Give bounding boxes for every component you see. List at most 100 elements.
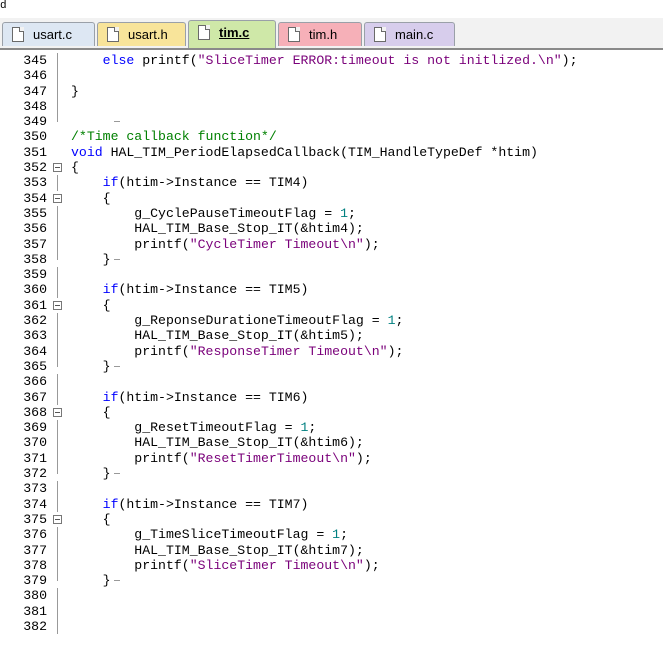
- fold-collapse-icon[interactable]: [53, 300, 62, 310]
- code-text: else printf("SliceTimer ERROR:timeout is…: [71, 53, 578, 68]
- code-token: 1: [332, 527, 341, 543]
- code-token: HAL_TIM_Base_Stop_IT(&htim7);: [71, 542, 364, 558]
- line-number: 365: [23, 358, 47, 374]
- fold-bar: [57, 420, 58, 436]
- fold-bar: [57, 374, 58, 390]
- code-text: }: [71, 573, 111, 588]
- line-number: 354: [23, 190, 47, 206]
- line-number: 362: [23, 313, 47, 329]
- file-document-icon: [107, 27, 119, 42]
- fold-bar: [57, 557, 58, 574]
- code-token: else: [102, 53, 135, 68]
- line-number: 366: [23, 374, 47, 390]
- code-line: 360 if(htim->Instance == TIM5): [0, 282, 663, 298]
- line-number: 357: [23, 236, 47, 252]
- tab-usart-h[interactable]: usart.h: [97, 22, 186, 46]
- code-text: }: [71, 84, 79, 99]
- top-edge-text: d: [0, 0, 7, 12]
- fold-bar: [57, 313, 58, 329]
- code-line: 351 void HAL_TIM_PeriodElapsedCallback(TI…: [0, 145, 663, 160]
- code-token: );: [387, 343, 404, 359]
- code-line: 382: [0, 618, 663, 635]
- fold-collapse-icon[interactable]: [53, 514, 62, 524]
- file-tab-bar: usart.c usart.h tim.c tim.h main.c: [0, 18, 663, 50]
- code-token: printf(: [71, 557, 190, 573]
- code-token: HAL_TIM_Base_Stop_IT(&htim5);: [71, 328, 364, 344]
- code-text: }: [71, 466, 111, 481]
- tab-label: main.c: [395, 27, 434, 42]
- tab-tim-h[interactable]: tim.h: [278, 22, 362, 46]
- code-line: 366: [0, 374, 663, 390]
- code-token: ;: [395, 313, 404, 329]
- line-number: 356: [23, 221, 47, 237]
- code-text: printf("CycleTimer Timeout\n");: [71, 237, 379, 252]
- fold-bar: [57, 588, 58, 604]
- code-line: 347}: [0, 83, 663, 99]
- code-token: g_ResetTimeoutFlag =: [71, 420, 301, 436]
- code-token: g_TimeSliceTimeoutFlag =: [71, 527, 333, 543]
- code-token: }: [71, 251, 111, 267]
- fold-bar: [57, 53, 58, 69]
- code-line: 372 }: [0, 466, 663, 481]
- code-line: 348: [0, 98, 663, 115]
- line-number: 377: [23, 542, 47, 558]
- line-number: 349: [23, 114, 47, 130]
- line-number: 369: [23, 420, 47, 436]
- tab-label: tim.c: [219, 25, 250, 40]
- code-line: 361 {: [0, 298, 663, 313]
- tab-usart-c[interactable]: usart.c: [2, 22, 95, 46]
- fold-collapse-icon[interactable]: [53, 407, 62, 417]
- code-token: );: [363, 557, 380, 573]
- fold-end: [57, 466, 120, 475]
- code-token: if: [102, 175, 119, 191]
- fold-bar: [57, 435, 58, 451]
- code-line: 373: [0, 481, 663, 497]
- code-text: printf("SliceTimer Timeout\n");: [71, 557, 380, 573]
- code-line: 374 if(htim->Instance == TIM7): [0, 496, 663, 512]
- code-token: (htim->Instance == TIM5): [118, 282, 309, 298]
- code-line: 371 printf("ResetTimerTimeout\n");: [0, 450, 663, 467]
- code-token: ;: [308, 420, 317, 436]
- fold-bar: [57, 618, 58, 635]
- code-token: void: [71, 144, 103, 160]
- code-line: 368 {: [0, 405, 663, 420]
- code-text: HAL_TIM_Base_Stop_IT(&htim4);: [71, 221, 364, 236]
- code-token: HAL_TIM_Base_Stop_IT(&htim4);: [71, 221, 364, 237]
- line-number: 381: [23, 603, 47, 619]
- code-token: (htim->Instance == TIM6): [118, 389, 309, 405]
- tab-label: usart.c: [33, 27, 73, 42]
- line-number: 379: [23, 573, 47, 589]
- line-number: 358: [23, 251, 47, 267]
- line-number: 372: [23, 466, 47, 482]
- code-editor[interactable]: 345 else printf("SliceTimer ERROR:timeou…: [0, 50, 663, 661]
- code-text: printf("ResetTimerTimeout\n");: [71, 451, 371, 466]
- fold-collapse-icon[interactable]: [53, 163, 62, 173]
- fold-collapse-icon[interactable]: [53, 193, 62, 203]
- file-document-icon: [374, 27, 386, 42]
- code-line: 369 g_ResetTimeoutFlag = 1;: [0, 420, 663, 436]
- line-number: 345: [23, 53, 47, 68]
- code-text: if(htim->Instance == TIM4): [71, 175, 309, 191]
- code-token: "SliceTimer ERROR:timeout is not initliz…: [197, 53, 562, 68]
- code-token: {: [71, 190, 111, 206]
- fold-bar: [57, 267, 58, 283]
- line-number: 374: [23, 496, 47, 512]
- code-line: 359: [0, 267, 663, 283]
- fold-bar: [57, 496, 58, 512]
- code-text: void HAL_TIM_PeriodElapsedCallback(TIM_H…: [71, 145, 538, 160]
- fold-bar: [57, 389, 58, 405]
- line-number: 360: [23, 282, 47, 298]
- line-number: 346: [23, 68, 47, 84]
- code-text: if(htim->Instance == TIM7): [71, 497, 309, 512]
- tab-main-c[interactable]: main.c: [364, 22, 455, 46]
- code-token: }: [71, 466, 111, 482]
- file-document-icon: [12, 27, 24, 42]
- code-text: HAL_TIM_Base_Stop_IT(&htim6);: [71, 435, 364, 450]
- line-number: 371: [23, 450, 47, 466]
- code-line: 352 {: [0, 160, 663, 175]
- code-token: g_CyclePauseTimeoutFlag =: [71, 205, 341, 221]
- tab-tim-c[interactable]: tim.c: [188, 20, 276, 48]
- window-top-strip: d: [0, 0, 663, 18]
